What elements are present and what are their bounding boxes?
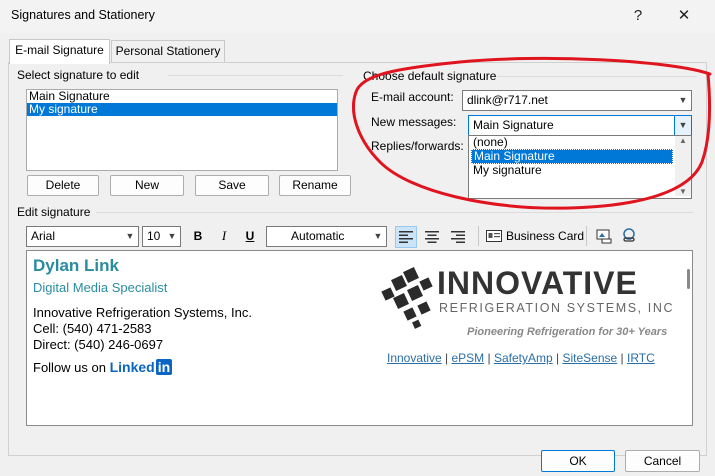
align-right-icon — [451, 231, 465, 243]
tab-email-signature[interactable]: E-mail Signature — [9, 39, 110, 64]
list-item-selected[interactable]: My signature — [27, 103, 337, 116]
align-left-button[interactable] — [395, 226, 417, 248]
logo-tagline: Pioneering Refrigeration for 30+ Years — [467, 326, 668, 338]
link-sitesense[interactable]: SiteSense — [562, 351, 617, 365]
link-innovative[interactable]: Innovative — [387, 351, 442, 365]
ok-button[interactable]: OK — [541, 450, 615, 472]
signature-direct: Direct: (540) 246-0697 — [33, 337, 164, 352]
align-left-icon — [399, 231, 413, 243]
insert-hyperlink-button[interactable] — [619, 226, 639, 246]
cancel-button[interactable]: Cancel — [625, 450, 700, 472]
chevron-down-icon: ▼ — [125, 231, 135, 241]
italic-button[interactable]: I — [214, 226, 234, 246]
signature-company: Innovative Refrigeration Systems, Inc. — [33, 305, 252, 320]
business-card-icon — [486, 230, 502, 242]
logo-subtitle: REFRIGERATION SYSTEMS, INC — [439, 301, 675, 315]
insert-picture-button[interactable] — [594, 226, 614, 246]
business-card-button[interactable]: Business Card — [486, 226, 584, 246]
link-epsm[interactable]: ePSM — [452, 351, 485, 365]
linkedin-word: Linked — [109, 359, 155, 375]
divider — [168, 75, 343, 76]
font-value: Arial — [31, 229, 56, 243]
signature-name: Dylan Link — [33, 256, 119, 275]
link-irtc[interactable]: IRTC — [627, 351, 655, 365]
font-color-value: Automatic — [291, 229, 345, 243]
font-select[interactable]: Arial ▼ — [26, 226, 139, 247]
font-size-value: 10 — [147, 229, 161, 243]
font-color-select[interactable]: Automatic ▼ — [266, 226, 387, 247]
business-card-label: Business Card — [506, 229, 585, 243]
picture-icon — [596, 229, 612, 244]
signature-job-title: Digital Media Specialist — [33, 280, 168, 295]
hyperlink-icon — [623, 228, 635, 242]
edit-signature-label: Edit signature — [17, 205, 91, 219]
help-button[interactable]: ? — [624, 4, 652, 28]
follow-us: Follow us on Linked in — [33, 359, 173, 375]
save-button[interactable]: Save — [195, 175, 269, 196]
window-title: Signatures and Stationery — [11, 8, 155, 22]
close-button[interactable]: ✕ — [670, 4, 698, 28]
linkedin-logo[interactable]: Linked in — [110, 359, 173, 375]
signature-editor[interactable]: Dylan Link Digital Media Specialist Inno… — [26, 250, 693, 426]
bold-button[interactable]: B — [188, 226, 208, 246]
align-center-icon — [425, 231, 439, 243]
select-signature-label: Select signature to edit — [17, 68, 140, 82]
editor-scrollbar-thumb[interactable] — [687, 269, 690, 289]
link-safetyamp[interactable]: SafetyAmp — [494, 351, 553, 365]
signature-cell: Cell: (540) 471-2583 — [33, 321, 152, 336]
underline-button[interactable]: U — [240, 226, 260, 246]
toolbar-divider — [586, 226, 587, 246]
red-annotation-circle — [352, 56, 712, 210]
linkedin-in-badge: in — [155, 359, 173, 375]
font-size-select[interactable]: 10 ▼ — [142, 226, 181, 247]
toolbar-divider — [478, 226, 479, 246]
signature-listbox[interactable]: Main Signature My signature — [26, 89, 338, 171]
follow-us-text: Follow us on — [33, 360, 106, 375]
logo-wordmark: INNOVATIVE — [437, 265, 638, 301]
align-center-button[interactable] — [422, 227, 442, 247]
chevron-down-icon: ▼ — [167, 231, 177, 241]
chevron-down-icon: ▼ — [373, 231, 383, 241]
innovative-logo-icon — [381, 267, 433, 329]
new-button[interactable]: New — [110, 175, 184, 196]
signature-links: Innovative | ePSM | SafetyAmp | SiteSens… — [387, 351, 655, 365]
delete-button[interactable]: Delete — [27, 175, 99, 196]
tab-personal-stationery[interactable]: Personal Stationery — [111, 40, 225, 63]
align-right-button[interactable] — [448, 227, 468, 247]
